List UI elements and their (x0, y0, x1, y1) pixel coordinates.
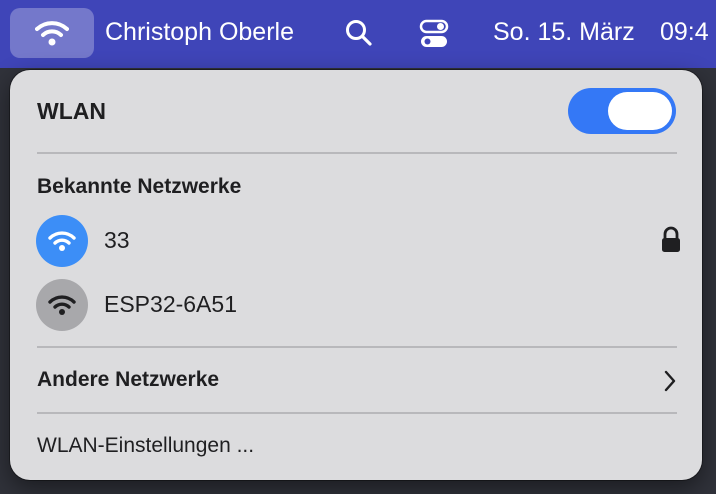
wlan-title: WLAN (37, 98, 106, 124)
divider (37, 346, 677, 348)
other-networks-item[interactable]: Andere Netzwerke (37, 360, 677, 400)
network-icon-active (36, 215, 88, 267)
network-icon-inactive (36, 279, 88, 331)
wlan-settings-item[interactable]: WLAN-Einstellungen ... (37, 426, 677, 466)
search-icon[interactable] (344, 18, 374, 48)
menubar-date[interactable]: So. 15. März (493, 18, 635, 47)
toggle-knob (608, 92, 672, 130)
menubar-user-name[interactable]: Christoph Oberle (105, 18, 294, 47)
divider (37, 152, 677, 154)
network-name: 33 (104, 227, 130, 253)
wifi-icon (48, 295, 76, 315)
network-name: ESP32-6A51 (104, 291, 237, 317)
menu-bar: Christoph Oberle So. 15. März 09:4 (0, 0, 716, 68)
lock-icon (662, 226, 680, 252)
wlan-toggle[interactable] (568, 88, 676, 134)
wlan-settings-label: WLAN-Einstellungen ... (37, 434, 255, 457)
network-item-esp32-6a51[interactable]: ESP32-6A51 (34, 276, 682, 334)
wifi-icon (35, 21, 69, 46)
menubar-time[interactable]: 09:4 (660, 18, 709, 47)
control-center-icon[interactable] (418, 18, 450, 50)
chevron-right-icon (664, 370, 676, 392)
known-networks-title: Bekannte Netzwerke (37, 175, 242, 198)
menubar-wifi-button[interactable] (10, 8, 94, 58)
wifi-icon (48, 231, 76, 251)
other-networks-label: Andere Netzwerke (37, 368, 220, 391)
network-item-33[interactable]: 33 (34, 212, 682, 270)
wlan-dropdown-panel: WLAN Bekannte Netzwerke 33 ESP32-6A51 An… (10, 70, 702, 480)
divider (37, 412, 677, 414)
